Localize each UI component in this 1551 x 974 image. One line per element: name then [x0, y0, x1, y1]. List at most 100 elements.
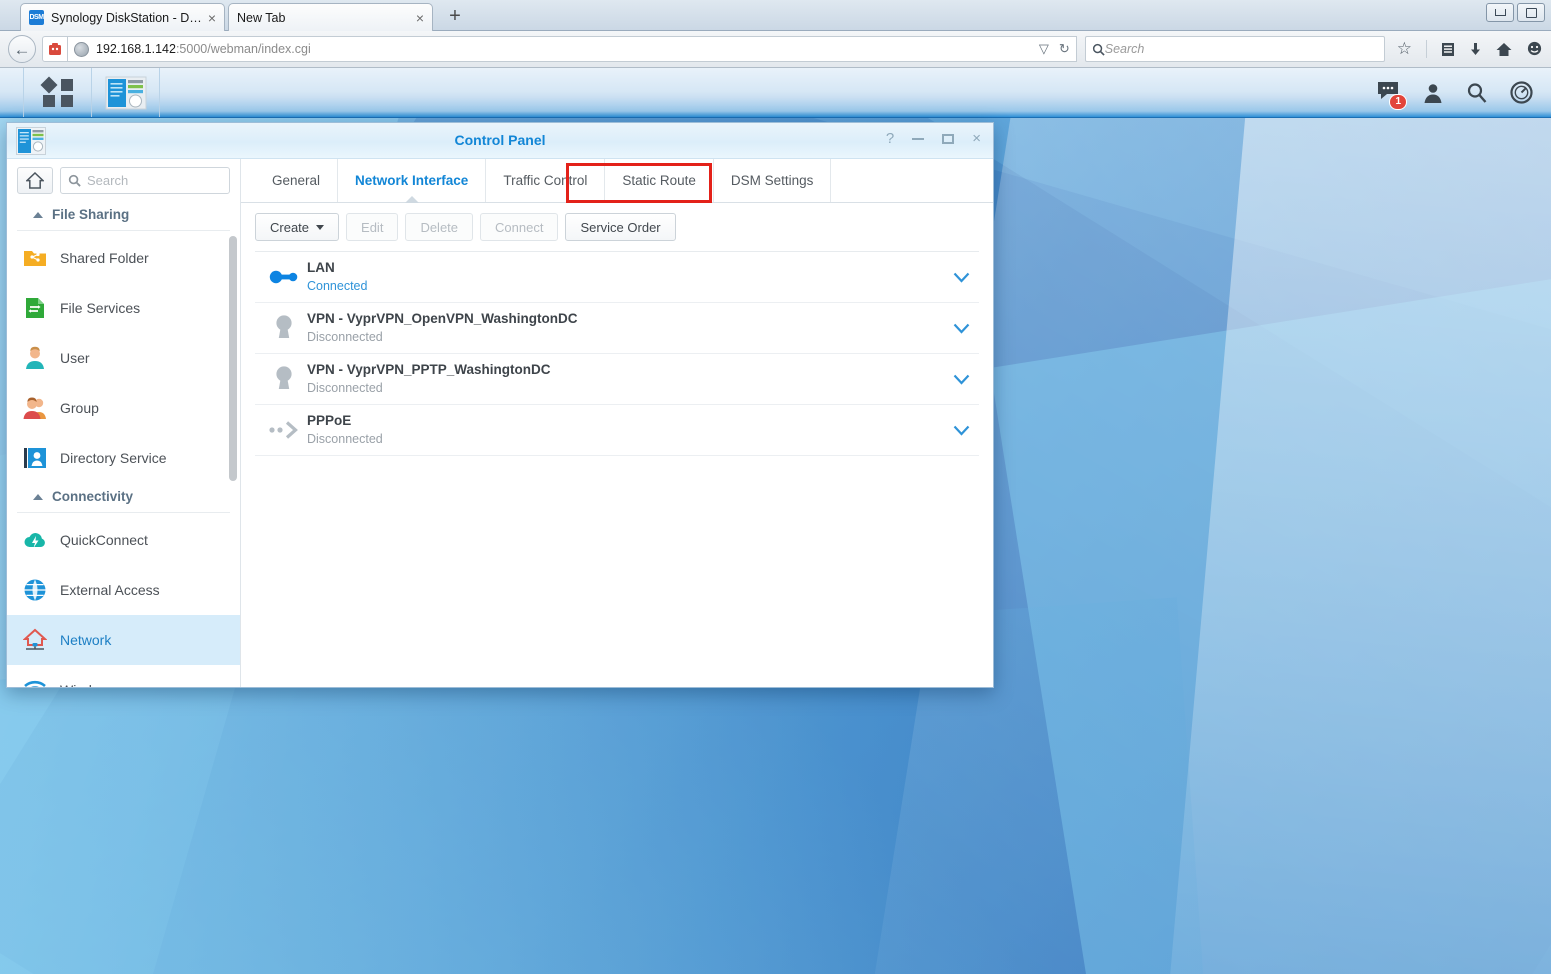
back-button[interactable]: ← [8, 35, 36, 63]
sidebar-item-shared-folder[interactable]: Shared Folder [7, 233, 240, 283]
sidebar-search-row: Search [7, 159, 240, 201]
pppoe-icon [261, 421, 307, 439]
sync-smiley-icon[interactable] [1526, 41, 1543, 57]
maximize-button[interactable] [942, 134, 954, 144]
create-button[interactable]: Create [255, 213, 339, 241]
sidebar-home-button[interactable] [17, 167, 53, 194]
interface-row-vpn-openvpn[interactable]: VPN - VyprVPN_OpenVPN_WashingtonDC Disco… [255, 303, 979, 354]
tab-traffic-control[interactable]: Traffic Control [486, 159, 605, 202]
sidebar-item-external-access[interactable]: External Access [7, 565, 240, 615]
sidebar-item-directory-service[interactable]: Directory Service [7, 433, 240, 483]
browser-tab-newtab[interactable]: New Tab × [228, 3, 433, 31]
tab-close-icon[interactable]: × [208, 10, 216, 26]
connect-button[interactable]: Connect [480, 213, 558, 241]
url-host: 192.168.1.142 [96, 42, 176, 56]
sidebar-item-label: Directory Service [60, 450, 167, 466]
interface-name: LAN [307, 259, 949, 277]
bookmark-star-icon[interactable]: ☆ [1397, 39, 1412, 59]
main-menu-button[interactable] [24, 68, 92, 117]
browser-window-controls [1486, 3, 1545, 22]
vpn-lock-icon [261, 314, 307, 342]
site-identity-button[interactable] [42, 36, 68, 62]
sidebar-group-label: File Sharing [52, 207, 129, 222]
notification-badge: 1 [1389, 94, 1407, 110]
window-title-bar[interactable]: Control Panel ? × [7, 123, 993, 159]
chevron-up-icon [33, 212, 43, 218]
sidebar-group-connectivity[interactable]: Connectivity [17, 483, 230, 513]
tab-network-interface[interactable]: Network Interface [338, 159, 486, 202]
minimize-button[interactable] [912, 138, 924, 140]
sidebar-search-placeholder: Search [87, 173, 128, 188]
sidebar-item-wireless[interactable]: Wireless [7, 665, 240, 687]
edit-button[interactable]: Edit [346, 213, 398, 241]
sidebar-item-label: Network [60, 632, 111, 648]
resource-monitor-icon[interactable] [1510, 81, 1533, 104]
sidebar-nav: File Sharing Shared Folder [7, 201, 240, 687]
lan-icon [261, 268, 307, 286]
taskbar-item-control-panel[interactable] [92, 68, 160, 117]
window-title: Control Panel [7, 132, 993, 148]
reload-icon[interactable]: ↻ [1059, 41, 1070, 57]
dropmarker-icon[interactable]: ▽ [1039, 41, 1049, 57]
sidebar-item-network[interactable]: Network [7, 615, 240, 665]
sidebar-item-user[interactable]: User [7, 333, 240, 383]
search-icon[interactable] [1466, 82, 1488, 104]
tab-static-route[interactable]: Static Route [605, 159, 714, 202]
sidebar-group-file-sharing[interactable]: File Sharing [17, 201, 230, 231]
browser-toolbar-icons: ☆ [1397, 39, 1543, 59]
browser-tab-synology[interactable]: DSM Synology DiskStation - Dis... × [20, 3, 225, 31]
content-tab-bar: General Network Interface Traffic Contro… [241, 159, 993, 203]
close-button[interactable]: × [972, 131, 981, 146]
browser-chrome: DSM Synology DiskStation - Dis... × New … [0, 0, 1551, 68]
file-services-icon [23, 296, 47, 320]
help-button[interactable]: ? [886, 131, 894, 146]
network-icon [23, 628, 47, 652]
sidebar-item-group[interactable]: Group [7, 383, 240, 433]
wireless-icon [23, 678, 47, 687]
sidebar-item-label: Shared Folder [60, 250, 149, 266]
taskbar-edge [0, 68, 24, 117]
new-tab-button[interactable]: + [444, 6, 466, 28]
browser-tab-title: New Tab [237, 11, 410, 25]
tab-close-icon[interactable]: × [416, 10, 424, 26]
chevron-down-icon[interactable] [949, 425, 973, 436]
control-panel-sidebar: Search File Sharing [7, 159, 241, 687]
interface-row-pppoe[interactable]: PPPoE Disconnected [255, 405, 979, 456]
chevron-down-icon[interactable] [949, 323, 973, 334]
interface-name: PPPoE [307, 412, 949, 430]
service-order-button[interactable]: Service Order [565, 213, 675, 241]
library-icon[interactable] [1441, 42, 1455, 57]
interface-row-vpn-pptp[interactable]: VPN - VyprVPN_PPTP_WashingtonDC Disconne… [255, 354, 979, 405]
group-icon [23, 396, 47, 420]
quickconnect-icon [23, 528, 47, 552]
delete-button[interactable]: Delete [405, 213, 473, 241]
browser-search-placeholder: Search [1105, 42, 1145, 56]
address-bar[interactable]: 192.168.1.142:5000/webman/index.cgi ▽ ↻ [68, 36, 1077, 62]
synology-favicon: DSM [29, 10, 44, 25]
control-panel-content: General Network Interface Traffic Contro… [241, 159, 993, 687]
tab-dsm-settings[interactable]: DSM Settings [714, 159, 832, 202]
main-menu-icon [42, 79, 74, 107]
interface-status: Disconnected [307, 329, 949, 346]
browser-search-box[interactable]: Search [1085, 36, 1385, 62]
sidebar-scrollbar[interactable] [229, 236, 237, 481]
interface-row-lan[interactable]: LAN Connected [255, 252, 979, 303]
chevron-down-icon[interactable] [949, 374, 973, 385]
tab-general[interactable]: General [255, 159, 338, 202]
browser-close-button[interactable] [1517, 3, 1545, 22]
notifications-button[interactable]: 1 [1376, 80, 1400, 105]
address-bar-actions: ▽ ↻ [1039, 41, 1070, 57]
browser-title-bar: DSM Synology DiskStation - Dis... × New … [0, 0, 1551, 31]
interface-text: LAN Connected [307, 259, 949, 294]
vpn-lock-icon [261, 365, 307, 393]
network-interface-list: LAN Connected VPN - Vy [255, 251, 979, 687]
interface-text: VPN - VyprVPN_PPTP_WashingtonDC Disconne… [307, 361, 949, 396]
sidebar-item-file-services[interactable]: File Services [7, 283, 240, 333]
browser-minimize-button[interactable] [1486, 3, 1514, 22]
user-options-icon[interactable] [1422, 82, 1444, 104]
sidebar-item-quickconnect[interactable]: QuickConnect [7, 515, 240, 565]
home-icon[interactable] [1496, 42, 1512, 57]
sidebar-search-input[interactable]: Search [60, 167, 230, 194]
chevron-down-icon[interactable] [949, 272, 973, 283]
downloads-icon[interactable] [1469, 42, 1482, 57]
